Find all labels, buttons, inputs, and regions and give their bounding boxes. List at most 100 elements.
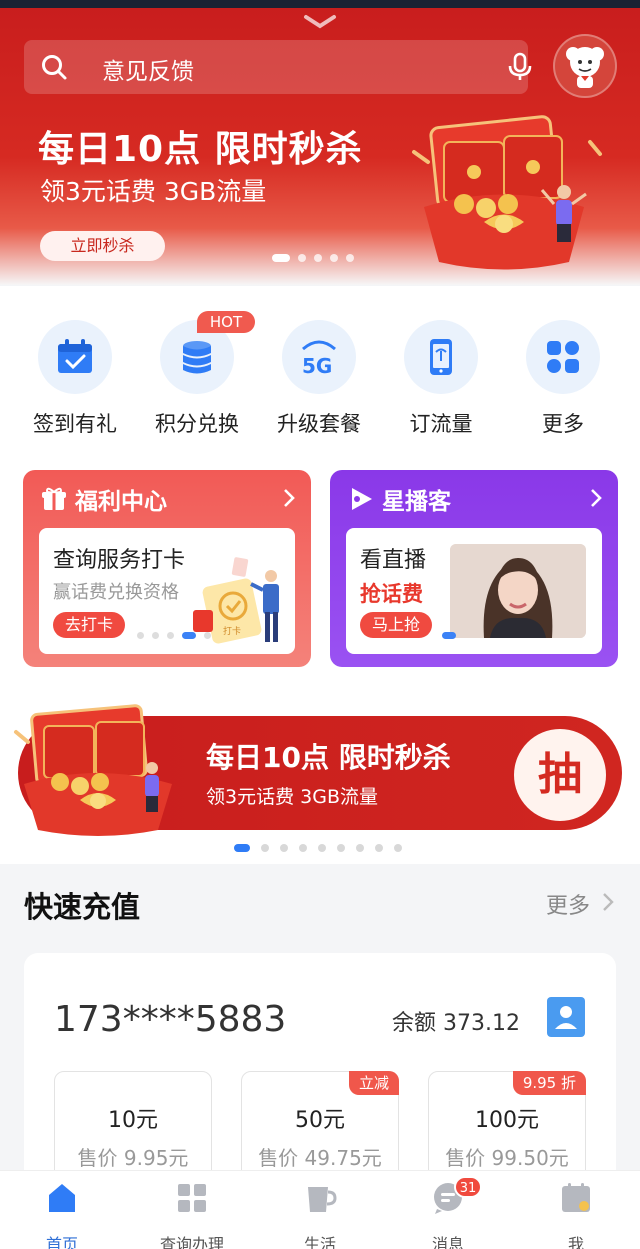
tab-home[interactable]: 首页 <box>12 1181 112 1249</box>
tab-icon-wrap <box>303 1181 337 1215</box>
recharge-amount: 50元 <box>295 1108 345 1133</box>
recharge-price: 售价 99.50元 <box>445 1146 569 1170</box>
quick-action-label: 订流量 <box>409 412 473 436</box>
welfare-center-card[interactable]: 福利中心 查询服务打卡 赢话费兑换资格 去打卡 打卡 <box>23 470 311 667</box>
chevron-down-icon[interactable] <box>302 14 338 30</box>
carousel-dot <box>375 844 383 852</box>
check-in-tag: 打卡 <box>223 625 241 637</box>
quick-action-icon-bg <box>526 320 600 394</box>
carousel-dot <box>394 844 402 852</box>
carousel-dot <box>299 844 307 852</box>
quick-action-more[interactable]: 更多 <box>502 320 624 440</box>
tab-label: 生活 <box>303 1235 336 1249</box>
mascot-icon <box>566 47 604 88</box>
recharge-price: 售价 49.75元 <box>258 1146 382 1170</box>
search-icon <box>42 55 67 80</box>
tab-icon-wrap <box>45 1181 79 1215</box>
quick-action-points[interactable]: 积分兑换 <box>136 320 258 440</box>
microphone-icon[interactable] <box>506 52 534 82</box>
banner-subtitle: 领3元话费 3GB流量 <box>206 786 378 808</box>
phone-signal-icon <box>430 339 452 375</box>
tab-life[interactable]: 生活 <box>270 1181 370 1249</box>
banner-title: 每日10点 限时秒杀 <box>206 741 451 774</box>
tab-messages[interactable]: 消息 <box>398 1181 498 1249</box>
carousel-dot <box>346 254 354 262</box>
apps-icon <box>178 1184 206 1212</box>
recharge-price: 售价 9.95元 <box>77 1146 189 1170</box>
chevron-right-icon[interactable] <box>602 892 614 912</box>
grid-more-icon <box>547 341 579 373</box>
star-item-subtitle: 抢话费 <box>360 582 423 606</box>
carousel-dot <box>182 632 196 639</box>
carousel-dot <box>137 632 144 639</box>
tab-label: 我 <box>567 1235 584 1249</box>
carousel-dot <box>234 844 250 852</box>
coin-stack-icon <box>183 341 211 374</box>
chevron-right-icon[interactable] <box>283 488 295 508</box>
welfare-item-title: 查询服务打卡 <box>53 548 186 573</box>
chevron-right-icon[interactable] <box>590 488 602 508</box>
quick-action-label: 签到有礼 <box>33 412 117 436</box>
phone-number[interactable]: 173****5883 <box>54 999 286 1040</box>
live-stream-thumbnail[interactable] <box>450 544 586 638</box>
profile-icon <box>562 1183 590 1212</box>
carousel-dot <box>314 254 322 262</box>
carousel-dot <box>337 844 345 852</box>
hero-banner[interactable]: 意见反馈 每日10点 限时秒杀 领3元话费 3GB流量 立即秒杀 <box>0 0 640 285</box>
recharge-amount: 10元 <box>108 1108 158 1133</box>
5g-icon: 5G <box>302 340 336 377</box>
discount-tag: 9.95 折 <box>512 1071 586 1095</box>
carousel-dot <box>152 632 159 639</box>
avatar[interactable] <box>553 34 617 98</box>
tab-query[interactable]: 查询办理 <box>142 1181 242 1249</box>
check-in-button[interactable]: 去打卡 <box>53 612 126 638</box>
tab-me[interactable]: 我 <box>526 1181 626 1249</box>
welfare-card-content[interactable]: 查询服务打卡 赢话费兑换资格 去打卡 打卡 <box>39 528 295 654</box>
svg-text:5G: 5G <box>302 354 332 377</box>
star-carousel-dots <box>442 632 456 639</box>
carousel-dot <box>442 632 456 639</box>
carousel-dot <box>280 844 288 852</box>
banner-carousel-dots <box>234 844 402 852</box>
play-star-icon <box>352 488 372 510</box>
welfare-carousel-dots <box>137 632 211 639</box>
quick-action-label: 积分兑换 <box>155 412 239 436</box>
quick-action-checkin[interactable]: 签到有礼 <box>14 320 136 440</box>
quick-action-data[interactable]: 订流量 <box>380 320 502 440</box>
recharge-amount: 100元 <box>475 1108 539 1133</box>
carousel-dot <box>261 844 269 852</box>
star-card-content[interactable]: 看直播 抢话费 马上抢 <box>346 528 602 654</box>
star-card-header[interactable]: 星播客 <box>348 484 451 515</box>
tab-icon-wrap <box>175 1181 209 1215</box>
discount-tag: 立减 <box>348 1071 399 1095</box>
carousel-dot <box>356 844 364 852</box>
contact-icon <box>555 1006 577 1029</box>
carousel-dot <box>298 254 306 262</box>
tab-label: 首页 <box>45 1235 78 1249</box>
carousel-dot <box>318 844 326 852</box>
quick-action-icon-bg <box>38 320 112 394</box>
contact-picker-button[interactable] <box>547 997 585 1037</box>
more-link[interactable]: 更多 <box>546 888 590 920</box>
hero-subtitle: 领3元话费 3GB流量 <box>40 177 267 206</box>
tab-label: 消息 <box>431 1235 464 1249</box>
tab-label: 查询办理 <box>159 1235 224 1249</box>
flash-sale-button[interactable]: 立即秒杀 <box>40 231 165 261</box>
welfare-item-subtitle: 赢话费兑换资格 <box>53 582 179 603</box>
balance-text: 余额 373.12 <box>392 1011 520 1036</box>
tab-icon-wrap <box>559 1181 593 1215</box>
grab-now-button[interactable]: 马上抢 <box>360 612 433 638</box>
quick-action-label: 升级套餐 <box>277 412 361 436</box>
recharge-header: 快速充值 更多 <box>0 864 640 944</box>
status-strip <box>0 0 640 8</box>
search-placeholder: 意见反馈 <box>102 59 194 85</box>
star-item-title: 看直播 <box>360 548 427 573</box>
hero-carousel-dots <box>272 254 354 262</box>
quick-action-upgrade[interactable]: 5G 升级套餐 <box>258 320 380 440</box>
search-bar[interactable]: 意见反馈 <box>24 40 532 94</box>
star-podcast-card[interactable]: 星播客 看直播 抢话费 马上抢 <box>330 470 618 667</box>
recharge-card: 173****5883 余额 373.12 10元 售价 9.95元 立减 50… <box>24 953 616 1193</box>
welfare-card-header[interactable]: 福利中心 <box>41 484 167 515</box>
lottery-button[interactable]: 抽 <box>514 729 606 821</box>
carousel-dot <box>330 254 338 262</box>
